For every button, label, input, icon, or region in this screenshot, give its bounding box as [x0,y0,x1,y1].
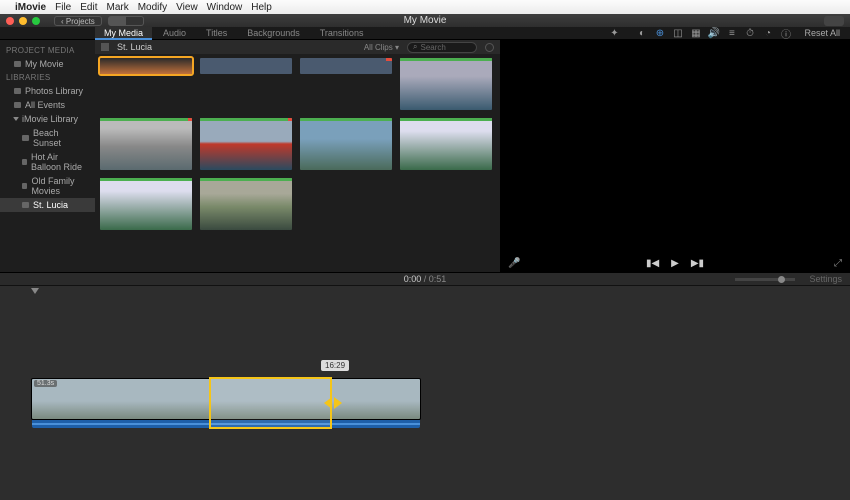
close-window-button[interactable] [6,17,14,25]
clip-thumb[interactable] [100,58,192,74]
clip-thumbnails [95,54,500,234]
menu-view[interactable]: View [176,2,198,13]
volume-icon[interactable]: 🔊 [708,28,719,39]
menu-mark[interactable]: Mark [106,2,128,13]
clip-thumb[interactable] [300,58,392,74]
reset-all-button[interactable]: Reset All [804,28,840,38]
fullscreen-window-button[interactable] [32,17,40,25]
stabilize-icon[interactable]: ▦ [690,28,701,39]
traffic-lights [6,17,40,25]
clip-thumb[interactable] [200,118,292,170]
browser-header: St. Lucia All Clips ▾ ⌕ Search [95,40,500,54]
clip-thumb[interactable] [400,118,492,170]
timeline-clip[interactable]: 51.3s [31,378,421,420]
clip-thumb[interactable] [400,58,492,110]
menu-window[interactable]: Window [207,2,243,13]
window-titlebar: ‹ Projects My Movie [0,14,850,27]
clip-duration-label: 51.3s [34,380,57,387]
menu-help[interactable]: Help [251,2,272,13]
time-strip: 0:00 / 0:51 Settings [0,272,850,286]
library-sidebar: PROJECT MEDIA My Movie LIBRARIES Photos … [0,40,95,272]
sidebar-event-st-lucia[interactable]: St. Lucia [0,198,95,212]
mac-menubar: iMovie File Edit Mark Modify View Window… [0,0,850,14]
speed-icon[interactable]: ⏱ [744,28,755,39]
playback-controls: ▮◀ ▶ ▶▮ [646,258,704,269]
fullscreen-icon[interactable]: ⤢ [834,258,842,269]
tab-my-media[interactable]: My Media [95,27,152,40]
tab-titles[interactable]: Titles [197,27,236,40]
sidebar-item-imovie-library[interactable]: iMovie Library [0,112,95,126]
info-icon[interactable]: ⓘ [780,28,791,39]
range-selection[interactable] [209,377,332,429]
share-button[interactable] [824,16,844,26]
magic-wand-icon[interactable]: ✦ [607,28,621,39]
next-frame-button[interactable]: ▶▮ [691,258,704,269]
sidebar-section-project-media: PROJECT MEDIA [0,44,95,57]
clip-thumb[interactable] [100,118,192,170]
trim-right-icon [334,397,342,409]
prev-frame-button[interactable]: ▮◀ [646,258,659,269]
timeline-settings-button[interactable]: Settings [809,274,842,284]
menu-app[interactable]: iMovie [15,2,46,13]
crop-icon[interactable]: ◫ [672,28,683,39]
sidebar-section-libraries: LIBRARIES [0,71,95,84]
zoom-slider[interactable] [735,278,795,281]
search-input[interactable]: ⌕ Search [407,42,477,53]
menu-modify[interactable]: Modify [138,2,167,13]
back-projects-button[interactable]: ‹ Projects [54,16,102,26]
clip-thumb[interactable] [300,118,392,170]
sidebar-item-all-events[interactable]: All Events [0,98,95,112]
menu-edit[interactable]: Edit [80,2,97,13]
sidebar-event-beach-sunset[interactable]: Beach Sunset [0,126,95,150]
clip-filter-dropdown[interactable]: All Clips ▾ [364,43,399,52]
color-correction-icon[interactable]: ⊕ [654,28,665,39]
playhead-time-badge: 16:29 [321,360,349,371]
minimize-window-button[interactable] [19,17,27,25]
clip-thumb[interactable] [100,178,192,230]
playhead-icon[interactable] [31,288,39,294]
tab-backgrounds[interactable]: Backgrounds [238,27,309,40]
clip-thumb[interactable] [200,178,292,230]
content-tabs-row: My Media Audio Titles Backgrounds Transi… [0,27,850,40]
color-balance-icon[interactable]: ◐ [636,28,647,39]
tab-transitions[interactable]: Transitions [311,27,373,40]
trim-left-icon [324,397,332,409]
project-title: My Movie [404,15,447,26]
browser-breadcrumb: St. Lucia [117,42,152,52]
timeline-clip-wrap: 16:29 51.3s [31,378,421,420]
clip-filter-icon[interactable]: ◔ [762,28,773,39]
content-tabs: My Media Audio Titles Backgrounds Transi… [95,27,372,40]
timeline[interactable]: 16:29 51.3s [0,286,850,500]
sidebar-item-photos-library[interactable]: Photos Library [0,84,95,98]
trim-handle[interactable] [324,397,342,409]
sidebar-event-old-movies[interactable]: Old Family Movies [0,174,95,198]
sidebar-item-project[interactable]: My Movie [0,57,95,71]
sidebar-event-balloon[interactable]: Hot Air Balloon Ride [0,150,95,174]
clip-thumb[interactable] [200,58,292,74]
media-browser: St. Lucia All Clips ▾ ⌕ Search [95,40,500,272]
playhead-time: 0:00 / 0:51 [404,274,447,284]
noise-reduction-icon[interactable]: ≡ [726,28,737,39]
preview-panel: 🎤 ▮◀ ▶ ▶▮ ⤢ [500,40,850,272]
grid-view-icon[interactable] [101,43,109,51]
browser-options-icon[interactable] [485,43,494,52]
menu-file[interactable]: File [55,2,71,13]
preview-canvas[interactable] [500,40,850,272]
voiceover-icon[interactable]: 🎤 [508,258,520,269]
play-button[interactable]: ▶ [671,258,679,269]
view-mode-toggle[interactable] [108,16,144,26]
tab-audio[interactable]: Audio [154,27,195,40]
